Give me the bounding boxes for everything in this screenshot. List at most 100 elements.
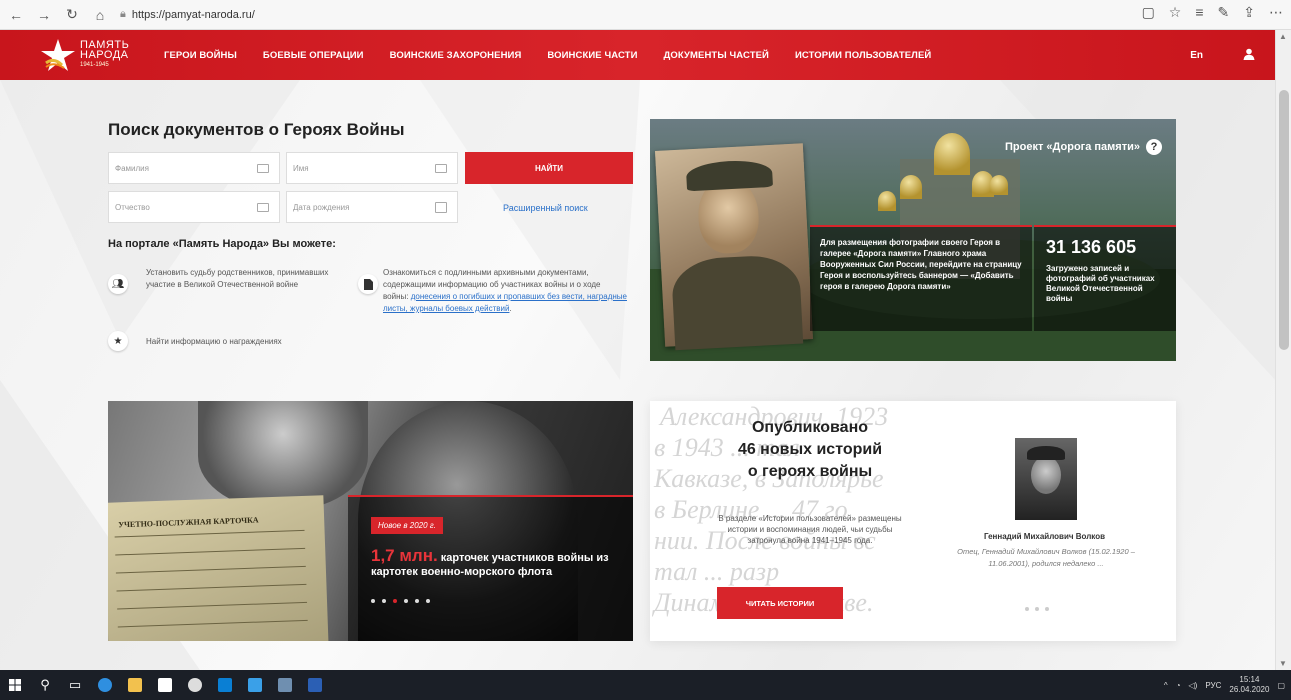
- registration-card-image: УЧЕТНО-ПОСЛУЖНАЯ КАРТОЧКА: [108, 495, 329, 641]
- surname-input[interactable]: Фамилия: [108, 152, 280, 184]
- menu-heroes[interactable]: ГЕРОИ ВОЙНЫ: [164, 50, 237, 61]
- hero-quote: Отец, Геннадий Михайлович Волков (15.02.…: [957, 547, 1135, 568]
- stories-title: Опубликовано 46 новых историй о героях в…: [737, 419, 883, 480]
- back-icon[interactable]: ←: [4, 3, 28, 27]
- app-icon[interactable]: [210, 670, 240, 700]
- logo-line2: НАРОДА: [80, 49, 129, 61]
- carousel-dots: [371, 599, 430, 603]
- story-dot[interactable]: [1035, 607, 1039, 611]
- address-bar[interactable]: 🔒︎ https://pamyat-naroda.ru/: [120, 4, 720, 26]
- word-icon[interactable]: [300, 670, 330, 700]
- site-header: ПАМЯТЬ НАРОДА 1941-1945 ГЕРОИ ВОЙНЫ БОЕВ…: [0, 30, 1275, 80]
- refresh-icon[interactable]: ↻: [60, 3, 84, 27]
- advanced-search-link[interactable]: Расширенный поиск: [503, 203, 588, 213]
- carousel-dot[interactable]: [371, 599, 375, 603]
- hero-name: Геннадий Михайлович Волков: [983, 532, 1106, 541]
- documents-link[interactable]: донесения о погибших и пропавших без вес…: [383, 292, 627, 313]
- windows-start-icon[interactable]: [0, 670, 30, 700]
- feature-relatives: Установить судьбу родственников, принима…: [146, 268, 329, 289]
- more-icon[interactable]: ⋯: [1269, 4, 1283, 21]
- story-preview[interactable]: Геннадий Михайлович Волков Отец, Геннади…: [913, 401, 1176, 641]
- reading-view-icon[interactable]: ▢: [1142, 4, 1155, 21]
- page-scrollbar[interactable]: ▲ ▼: [1275, 30, 1291, 670]
- medal-icon: ★: [108, 331, 128, 351]
- help-icon[interactable]: ?: [1146, 139, 1162, 155]
- search-icon[interactable]: ⚲: [30, 670, 60, 700]
- url-text: https://pamyat-naroda.ru/: [131, 8, 255, 21]
- carousel-dot[interactable]: [382, 599, 386, 603]
- mail-icon[interactable]: [240, 670, 270, 700]
- document-icon: [358, 274, 378, 294]
- carousel-dot[interactable]: [415, 599, 419, 603]
- keyboard-icon[interactable]: [257, 203, 269, 212]
- golden-dome: [900, 175, 922, 199]
- language-switch[interactable]: En: [1190, 50, 1203, 61]
- patronymic-input[interactable]: Отчество: [108, 191, 280, 223]
- lock-icon: 🔒︎: [120, 8, 126, 20]
- keyboard-icon[interactable]: [257, 164, 269, 173]
- read-stories-button[interactable]: ЧИТАТЬ ИСТОРИИ: [717, 587, 843, 619]
- story-dot[interactable]: [1045, 607, 1049, 611]
- scroll-down-icon[interactable]: ▼: [1279, 659, 1287, 668]
- stories-card: Александрович, 1923 в 1943 ... тал Кавказе…: [650, 401, 1176, 641]
- explorer-icon[interactable]: [120, 670, 150, 700]
- notifications-icon[interactable]: ▢: [1277, 681, 1285, 690]
- home-icon[interactable]: ⌂: [88, 3, 112, 27]
- memory-road-banner[interactable]: Проект «Дорога памяти» ? Для размещения …: [650, 119, 1176, 361]
- main-menu: ГЕРОИ ВОЙНЫ БОЕВЫЕ ОПЕРАЦИИ ВОИНСКИЕ ЗАХ…: [164, 50, 957, 61]
- feature-documents: Ознакомиться с подлинными архивными доку…: [383, 268, 627, 313]
- task-view-icon[interactable]: ▭: [60, 670, 90, 700]
- golden-dome: [934, 133, 970, 175]
- share-icon[interactable]: ⇪: [1243, 4, 1255, 21]
- volume-icon[interactable]: ◁): [1189, 681, 1198, 690]
- carousel-dot[interactable]: [404, 599, 408, 603]
- records-counter: 31 136 605 Загружено записей и фотографи…: [1034, 225, 1176, 331]
- hero-photo: [654, 143, 814, 351]
- story-dot[interactable]: [1025, 607, 1029, 611]
- browser-toolbar: ← → ↻ ⌂ 🔒︎ https://pamyat-naroda.ru/ ▢ ☆…: [0, 0, 1291, 30]
- favorites-list-icon[interactable]: ≡: [1195, 4, 1203, 21]
- input-language[interactable]: РУС: [1205, 681, 1221, 690]
- favorite-star-icon[interactable]: ☆: [1169, 4, 1182, 21]
- keyboard-icon[interactable]: [435, 164, 447, 173]
- system-tray: ^ ◔ ◁) РУС 15:14 26.04.2020 ▢: [1164, 670, 1285, 700]
- stories-description: В разделе «Истории пользователей» размещ…: [718, 514, 902, 545]
- forward-icon[interactable]: →: [32, 3, 56, 27]
- scroll-thumb[interactable]: [1279, 90, 1289, 350]
- navy-cards-banner[interactable]: УЧЕТНО-ПОСЛУЖНАЯ КАРТОЧКА Новое в 2020 г…: [108, 401, 633, 641]
- name-input[interactable]: Имя: [286, 152, 458, 184]
- tray-arrow-icon[interactable]: ^: [1164, 681, 1168, 690]
- search-button[interactable]: НАЙТИ: [465, 152, 633, 184]
- menu-user-stories[interactable]: ИСТОРИИ ПОЛЬЗОВАТЕЛЕЙ: [795, 50, 931, 61]
- user-icon[interactable]: [1243, 47, 1255, 63]
- windows-taskbar: ⚲ ▭ ^ ◔ ◁) РУС 15:14 26.04.2020 ▢: [0, 670, 1291, 700]
- birthdate-input[interactable]: Дата рождения: [286, 191, 458, 223]
- menu-unit-documents[interactable]: ДОКУМЕНТЫ ЧАСТЕЙ: [664, 50, 769, 61]
- golden-dome: [878, 191, 896, 211]
- main-content: Поиск документов о Героях Войны Фамилия …: [0, 80, 1275, 670]
- clock[interactable]: 15:14 26.04.2020: [1229, 675, 1269, 695]
- edge-icon[interactable]: [90, 670, 120, 700]
- store-icon[interactable]: [150, 670, 180, 700]
- menu-units[interactable]: ВОИНСКИЕ ЧАСТИ: [547, 50, 637, 61]
- site-logo[interactable]: ПАМЯТЬ НАРОДА 1941-1945: [40, 37, 152, 73]
- network-icon[interactable]: ◔: [1176, 681, 1181, 690]
- app-icon[interactable]: [270, 670, 300, 700]
- records-caption: Загружено записей и фотографий об участн…: [1046, 264, 1155, 303]
- calendar-icon[interactable]: [435, 202, 447, 213]
- records-count: 31 136 605: [1046, 237, 1137, 257]
- scroll-up-icon[interactable]: ▲: [1279, 32, 1287, 41]
- app-icon[interactable]: [180, 670, 210, 700]
- menu-burials[interactable]: ВОИНСКИЕ ЗАХОРОНЕНИЯ: [390, 50, 522, 61]
- soldier-photo: [198, 401, 368, 511]
- menu-operations[interactable]: БОЕВЫЕ ОПЕРАЦИИ: [263, 50, 364, 61]
- pen-icon[interactable]: ✎: [1218, 4, 1230, 21]
- carousel-dot[interactable]: [426, 599, 430, 603]
- hero-portrait: [1015, 438, 1077, 520]
- project-title[interactable]: Проект «Дорога памяти» ?: [1005, 139, 1162, 155]
- logo-years: 1941-1945: [80, 62, 109, 68]
- feature-awards: Найти информацию о награждениях: [146, 337, 282, 346]
- handwriting-line: тал ... разр: [654, 557, 780, 586]
- carousel-dot[interactable]: [393, 599, 397, 603]
- people-icon: 👥︎: [108, 274, 128, 294]
